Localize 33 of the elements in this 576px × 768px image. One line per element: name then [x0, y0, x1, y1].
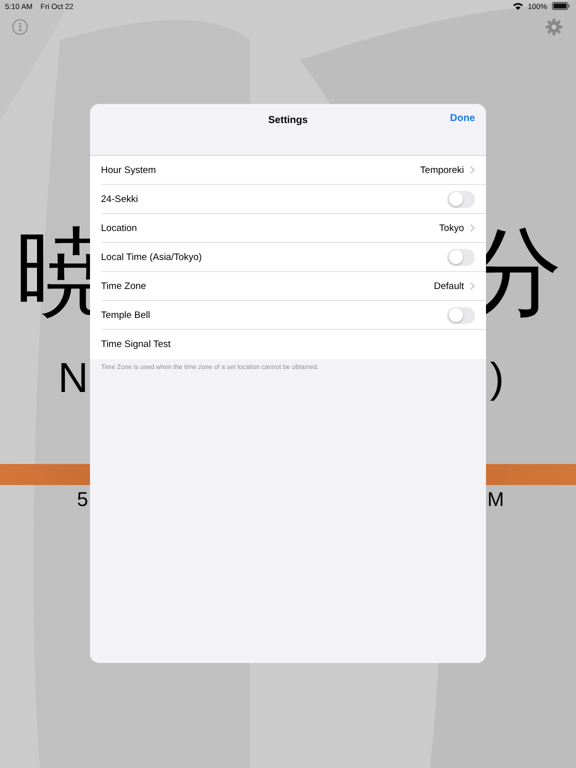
chevron-icon	[470, 224, 475, 232]
sheet-title: Settings	[268, 115, 308, 128]
settings-row[interactable]: Hour System Temporeki	[101, 156, 486, 185]
settings-icon[interactable]	[545, 18, 563, 36]
toggle-switch[interactable]	[447, 306, 475, 324]
row-value: Default	[434, 280, 464, 292]
row-label: Temple Bell	[101, 310, 152, 320]
time-fragment: M	[487, 488, 504, 512]
row-label: Local Time (Asia/Tokyo)	[101, 252, 203, 262]
wifi-icon	[512, 2, 523, 10]
subtitle-fragment: N	[58, 354, 88, 402]
time-fragment: 5	[77, 488, 88, 512]
battery-icon	[552, 2, 570, 10]
row-label: 24-Sekki	[101, 194, 139, 204]
toggle-switch[interactable]	[447, 248, 475, 266]
done-button[interactable]: Done	[450, 113, 475, 124]
row-label: Time Signal Test	[101, 339, 172, 350]
row-label: Time Zone	[101, 280, 148, 292]
toggle-switch[interactable]	[447, 190, 475, 208]
chevron-icon	[470, 166, 475, 174]
row-label: Hour System	[101, 164, 157, 176]
chevron-icon	[470, 282, 475, 290]
info-icon[interactable]	[12, 19, 28, 35]
row-value: Tokyo	[439, 222, 464, 234]
settings-row[interactable]: Location Tokyo	[101, 214, 486, 243]
subtitle-fragment: )	[490, 354, 504, 402]
settings-row[interactable]: Time Signal Test	[101, 330, 486, 359]
row-label: Location	[101, 222, 138, 234]
row-value: Temporeki	[420, 164, 464, 176]
settings-row[interactable]: Local Time (Asia/Tokyo)	[101, 243, 486, 272]
settings-row[interactable]: Time Zone Default	[101, 272, 486, 301]
settings-row[interactable]: 24-Sekki	[101, 185, 486, 214]
settings-row[interactable]: Temple Bell	[101, 301, 486, 330]
